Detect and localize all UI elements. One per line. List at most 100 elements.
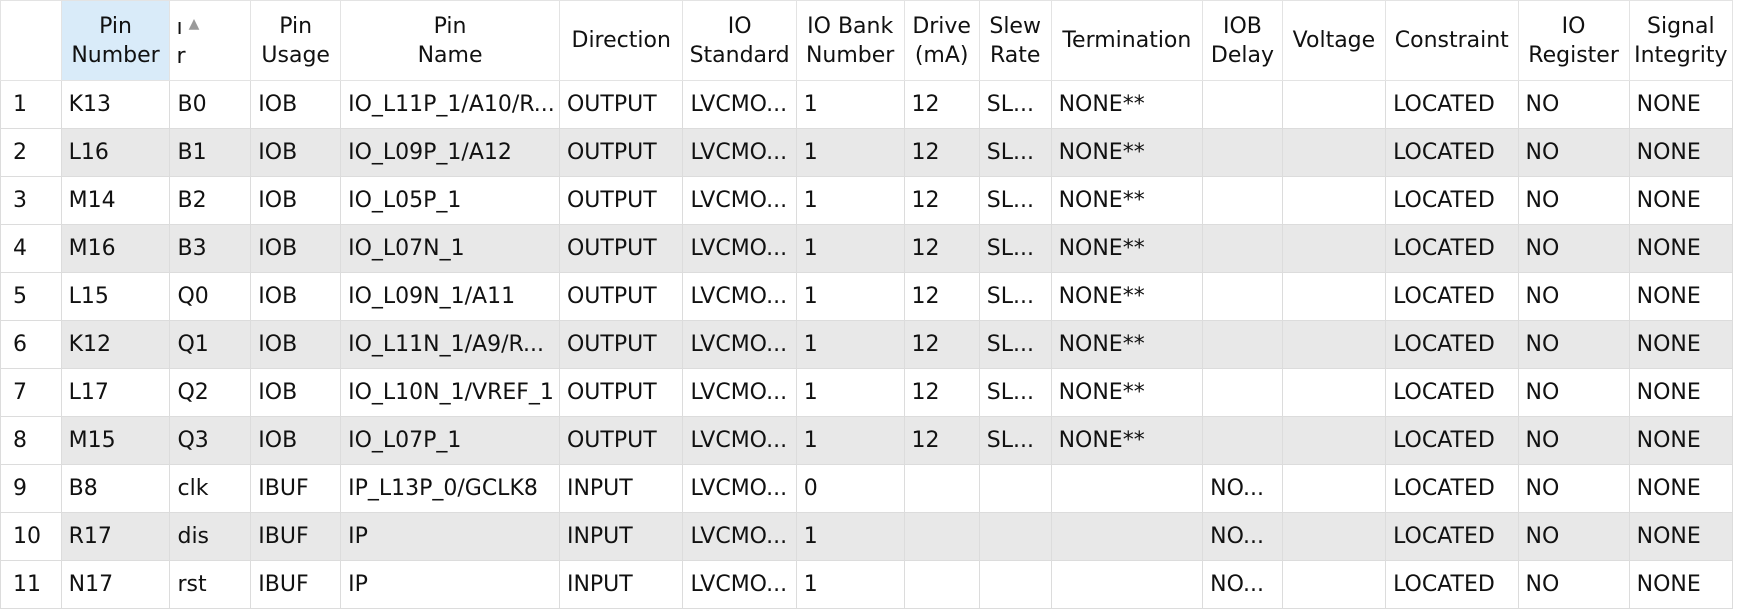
col-header-voltage[interactable]: Voltage	[1281, 0, 1387, 81]
table-row[interactable]: 3 M14 B2 IOB IO_L05P_1 OUTPUT LVCMO... 1 12 SL...…	[0, 176, 1734, 225]
col-header-signal-integrity[interactable]: Signal Integrity	[1628, 0, 1734, 81]
cell-io-register[interactable]: NO	[1517, 80, 1630, 129]
table-row[interactable]: 7 L17 Q2 IOB IO_L10N_1/VREF_1 OUTPUT LVCMO... 1…	[0, 368, 1734, 417]
cell-slew[interactable]	[978, 560, 1052, 609]
cell-io-bank[interactable]: 1	[795, 320, 905, 369]
cell-io-standard[interactable]: LVCMO...	[682, 224, 797, 273]
cell-signal-integrity[interactable]: NONE	[1628, 512, 1734, 561]
cell-iob-delay[interactable]	[1202, 128, 1283, 177]
col-header-pin-usage[interactable]: Pin Usage	[250, 0, 342, 81]
cell-iob-delay[interactable]	[1202, 272, 1283, 321]
cell-io-standard[interactable]: LVCMO...	[682, 272, 797, 321]
cell-direction[interactable]: OUTPUT	[558, 128, 684, 177]
table-row[interactable]: 1 K13 B0 IOB IO_L11P_1/A10/R... OUTPUT LVCMO..…	[0, 80, 1734, 129]
table-row[interactable]: 4 M16 B3 IOB IO_L07N_1 OUTPUT LVCMO... 1 12 SL...…	[0, 224, 1734, 273]
cell-pin-usage[interactable]: IOB	[250, 176, 342, 225]
cell-direction[interactable]: INPUT	[558, 560, 684, 609]
cell-io-register[interactable]: NO	[1517, 320, 1630, 369]
cell-pin-usage[interactable]: IOB	[250, 416, 342, 465]
col-header-io-bank[interactable]: IO Bank Number	[795, 0, 905, 81]
cell-pin-usage[interactable]: IOB	[250, 224, 342, 273]
cell-iob-delay[interactable]: NO...	[1202, 512, 1283, 561]
cell-pin-label[interactable]: Q1	[169, 320, 252, 369]
cell-io-standard[interactable]: LVCMO...	[682, 320, 797, 369]
cell-voltage[interactable]	[1281, 320, 1387, 369]
cell-direction[interactable]: OUTPUT	[558, 272, 684, 321]
cell-pin-label[interactable]: B1	[169, 128, 252, 177]
cell-pin-number[interactable]: K12	[60, 320, 171, 369]
cell-iob-delay[interactable]	[1202, 176, 1283, 225]
cell-voltage[interactable]	[1281, 128, 1387, 177]
cell-termination[interactable]: NONE**	[1050, 272, 1204, 321]
cell-pin-number[interactable]: M14	[60, 176, 171, 225]
col-header-io-register[interactable]: IO Register	[1517, 0, 1630, 81]
table-row[interactable]: 11 N17 rst IBUF IP INPUT LVCMO... 1 NO... LOCATED…	[0, 560, 1734, 609]
table-row[interactable]: 6 K12 Q1 IOB IO_L11N_1/A9/R... OUTPUT LVCMO...…	[0, 320, 1734, 369]
cell-direction[interactable]: OUTPUT	[558, 224, 684, 273]
cell-direction[interactable]: INPUT	[558, 464, 684, 513]
cell-io-register[interactable]: NO	[1517, 560, 1630, 609]
cell-io-register[interactable]: NO	[1517, 176, 1630, 225]
col-header-direction[interactable]: Direction	[558, 0, 684, 81]
col-header-drive[interactable]: Drive (mA)	[903, 0, 980, 81]
cell-signal-integrity[interactable]: NONE	[1628, 320, 1734, 369]
cell-pin-number[interactable]: L17	[60, 368, 171, 417]
cell-slew[interactable]: SL...	[978, 128, 1052, 177]
cell-slew[interactable]	[978, 512, 1052, 561]
cell-pin-number[interactable]: R17	[60, 512, 171, 561]
cell-drive[interactable]: 12	[903, 272, 980, 321]
cell-io-register[interactable]: NO	[1517, 512, 1630, 561]
cell-drive[interactable]: 12	[903, 176, 980, 225]
cell-drive[interactable]	[903, 464, 980, 513]
cell-pin-name[interactable]: IP	[340, 512, 560, 561]
cell-pin-number[interactable]: B8	[60, 464, 171, 513]
cell-drive[interactable]: 12	[903, 368, 980, 417]
cell-pin-label[interactable]: Q2	[169, 368, 252, 417]
cell-termination[interactable]: NONE**	[1050, 320, 1204, 369]
cell-constraint[interactable]: LOCATED	[1385, 368, 1519, 417]
cell-io-standard[interactable]: LVCMO...	[682, 80, 797, 129]
cell-iob-delay[interactable]	[1202, 80, 1283, 129]
cell-pin-name[interactable]: IO_L07P_1	[340, 416, 560, 465]
cell-io-standard[interactable]: LVCMO...	[682, 464, 797, 513]
cell-pin-name[interactable]: IO_L07N_1	[340, 224, 560, 273]
cell-pin-number[interactable]: M16	[60, 224, 171, 273]
cell-slew[interactable]: SL...	[978, 368, 1052, 417]
cell-io-bank[interactable]: 1	[795, 560, 905, 609]
cell-termination[interactable]	[1050, 560, 1204, 609]
col-header-pin-number[interactable]: Pin Number	[60, 0, 171, 81]
cell-voltage[interactable]	[1281, 176, 1387, 225]
cell-voltage[interactable]	[1281, 560, 1387, 609]
cell-direction[interactable]: OUTPUT	[558, 176, 684, 225]
cell-io-bank[interactable]: 1	[795, 176, 905, 225]
cell-pin-usage[interactable]: IOB	[250, 272, 342, 321]
cell-signal-integrity[interactable]: NONE	[1628, 80, 1734, 129]
cell-drive[interactable]	[903, 560, 980, 609]
cell-voltage[interactable]	[1281, 512, 1387, 561]
cell-drive[interactable]: 12	[903, 80, 980, 129]
cell-constraint[interactable]: LOCATED	[1385, 176, 1519, 225]
cell-io-standard[interactable]: LVCMO...	[682, 560, 797, 609]
col-header-io-standard[interactable]: IO Standard	[682, 0, 797, 81]
cell-direction[interactable]: OUTPUT	[558, 80, 684, 129]
cell-drive[interactable]: 12	[903, 320, 980, 369]
cell-iob-delay[interactable]	[1202, 320, 1283, 369]
cell-signal-integrity[interactable]: NONE	[1628, 272, 1734, 321]
cell-pin-label[interactable]: Q0	[169, 272, 252, 321]
cell-signal-integrity[interactable]: NONE	[1628, 128, 1734, 177]
cell-termination[interactable]	[1050, 464, 1204, 513]
cell-drive[interactable]: 12	[903, 416, 980, 465]
cell-direction[interactable]: OUTPUT	[558, 320, 684, 369]
cell-slew[interactable]: SL...	[978, 80, 1052, 129]
corner-header[interactable]	[0, 0, 62, 81]
cell-io-bank[interactable]: 1	[795, 512, 905, 561]
cell-termination[interactable]: NONE**	[1050, 416, 1204, 465]
cell-constraint[interactable]: LOCATED	[1385, 320, 1519, 369]
cell-io-register[interactable]: NO	[1517, 416, 1630, 465]
cell-termination[interactable]: NONE**	[1050, 80, 1204, 129]
col-header-pin-name[interactable]: Pin Name	[340, 0, 560, 81]
cell-signal-integrity[interactable]: NONE	[1628, 368, 1734, 417]
cell-pin-name[interactable]: IO_L11P_1/A10/R...	[340, 80, 560, 129]
cell-pin-number[interactable]: K13	[60, 80, 171, 129]
cell-pin-name[interactable]: IO_L10N_1/VREF_1	[340, 368, 560, 417]
